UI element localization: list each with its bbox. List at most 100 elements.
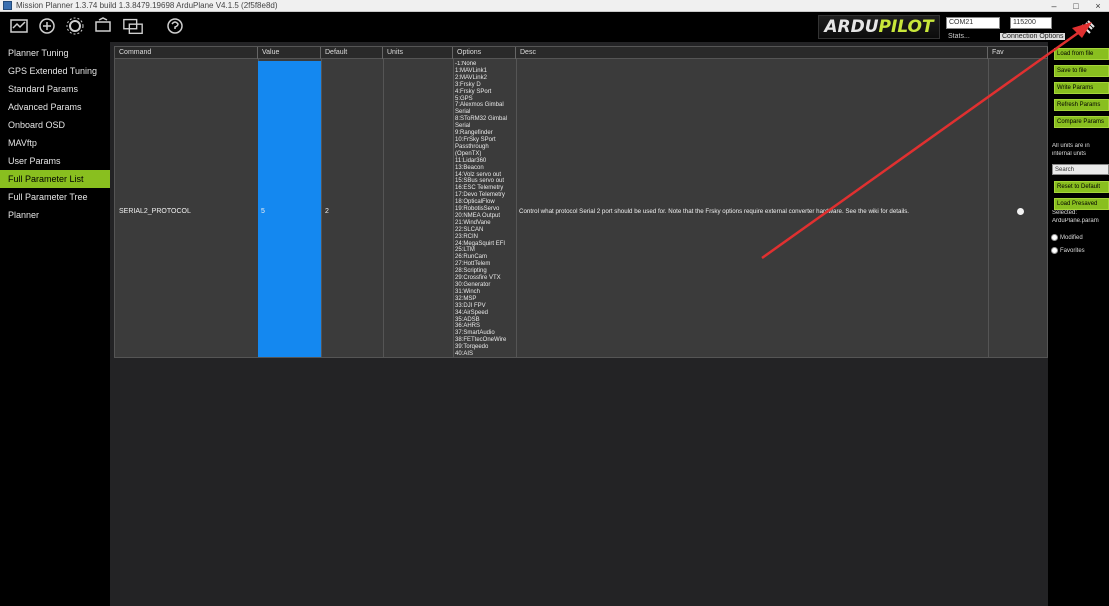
modified-radio-label: Modified — [1060, 234, 1083, 241]
main-toolbar: ARDU PILOT COM21 115200 Stats... Connecti… — [0, 12, 1109, 42]
option-item: 4:Frsky SPort — [455, 88, 492, 95]
simulation-icon[interactable] — [122, 15, 144, 37]
logo-text-pilot: PILOT — [878, 17, 934, 37]
column-divider — [516, 59, 517, 357]
connection-options-field[interactable]: Connection Options — [1000, 33, 1066, 40]
sidebar-item-full-parameter-list[interactable]: Full Parameter List — [0, 170, 110, 188]
flight-plan-icon[interactable] — [36, 15, 58, 37]
config-sidebar: Planner Tuning GPS Extended Tuning Stand… — [0, 42, 110, 606]
close-icon[interactable]: × — [1087, 0, 1109, 12]
option-item: 21:WindVane — [455, 219, 491, 226]
radio-dot — [1051, 247, 1058, 254]
option-item: 18:OpticalFlow — [455, 199, 495, 206]
stats-link[interactable]: Stats... — [948, 33, 970, 40]
option-item: 14:Volz servo out — [455, 171, 502, 178]
save-to-file-button[interactable]: Save to file — [1054, 65, 1109, 77]
column-header-value[interactable]: Value — [258, 47, 321, 59]
sidebar-item-full-parameter-tree[interactable]: Full Parameter Tree — [0, 188, 110, 206]
column-header-units[interactable]: Units — [383, 47, 453, 59]
window-title: Mission Planner 1.3.74 build 1.3.8479.19… — [16, 1, 278, 10]
options-cell: -1:None 1:MAVLink1 2:MAVLink2 3:Frsky D 4:Fr… — [455, 61, 516, 357]
compare-params-button[interactable]: Compare Params — [1054, 116, 1109, 128]
sidebar-item-user-params[interactable]: User Params — [0, 152, 110, 170]
value-cell-selected[interactable] — [258, 61, 321, 357]
command-cell: SERIAL2_PROTOCOL — [119, 208, 191, 215]
option-item: 27:HottTelem — [455, 261, 491, 268]
sidebar-item-mavftp[interactable]: MAVftp — [0, 134, 110, 152]
option-item: 34:AirSpeed — [455, 309, 489, 316]
option-item: 11:Lidar360 — [455, 157, 487, 164]
help-icon[interactable] — [164, 15, 186, 37]
option-item: -1:None — [455, 61, 477, 67]
favorite-checkbox[interactable] — [1017, 208, 1024, 215]
units-hint-line2: internal units — [1052, 151, 1087, 157]
window-title-bar: Mission Planner 1.3.74 build 1.3.8479.19… — [0, 0, 1109, 12]
option-item: 32:MSP — [455, 295, 477, 302]
load-presaved-button[interactable]: Load Presaved — [1054, 198, 1109, 210]
column-divider — [453, 59, 454, 357]
sidebar-item-standard-params[interactable]: Standard Params — [0, 80, 110, 98]
favorites-radio[interactable]: Favorites — [1051, 247, 1085, 254]
value-cell-text[interactable]: 5 — [261, 208, 265, 215]
option-item: 29:Crossfire VTX — [455, 275, 501, 282]
option-item: 17:Devo Telemetry — [455, 192, 505, 199]
description-cell: Control what protocol Serial 2 port shou… — [519, 208, 910, 215]
option-item: 26:RunCam — [455, 254, 488, 261]
selected-file-label: Selected: — [1052, 210, 1078, 216]
option-item: 13:Beacon — [455, 164, 484, 171]
plug-icon — [1077, 20, 1095, 34]
option-item: 37:SmartAudio — [455, 330, 495, 337]
option-item: 10:FrSky SPort Passthrough (OpenTX) — [455, 136, 496, 157]
column-header-desc[interactable]: Desc — [516, 47, 988, 59]
option-item: 30:Generator — [455, 282, 491, 288]
sidebar-item-gps-extended-tuning[interactable]: GPS Extended Tuning — [0, 62, 110, 80]
option-item: 16:ESC Telemetry — [455, 185, 504, 192]
option-item: 2:MAVLink2 — [455, 74, 487, 81]
flight-data-icon[interactable] — [8, 15, 30, 37]
sidebar-item-planner-tuning[interactable]: Planner Tuning — [0, 44, 110, 62]
search-input[interactable]: Search — [1052, 164, 1109, 175]
column-divider — [988, 59, 989, 357]
column-header-default[interactable]: Default — [321, 47, 383, 59]
column-divider — [321, 59, 322, 357]
option-item: 35:ADSB — [455, 316, 480, 323]
config-tuning-icon[interactable] — [92, 15, 114, 37]
sidebar-item-planner[interactable]: Planner — [0, 206, 110, 224]
radio-dot — [1051, 234, 1058, 241]
maximize-icon[interactable]: □ — [1065, 0, 1087, 12]
option-item: 36:AHRS — [455, 323, 481, 330]
sidebar-item-onboard-osd[interactable]: Onboard OSD — [0, 116, 110, 134]
option-item: 23:RCIN — [455, 233, 479, 240]
logo-text-ardu: ARDU — [824, 17, 879, 37]
option-item: 15:SBus servo out — [455, 178, 505, 185]
write-params-button[interactable]: Write Params — [1054, 82, 1109, 94]
reset-to-default-button[interactable]: Reset to Default — [1054, 181, 1109, 193]
load-from-file-button[interactable]: Load from file — [1054, 48, 1109, 60]
selected-file-value[interactable]: ArduPlane.param — [1052, 218, 1109, 224]
right-action-panel: Load from file Save to file Write Params… — [1048, 42, 1109, 606]
option-item: 19:RobotisServo — [455, 206, 500, 213]
option-item: 38:FETtecOneWire — [455, 337, 507, 344]
main-content: Command Value Default Units Options Desc… — [110, 42, 1048, 606]
column-header-command[interactable]: Command — [115, 47, 258, 59]
minimize-icon[interactable]: – — [1043, 0, 1065, 12]
sidebar-item-advanced-params[interactable]: Advanced Params — [0, 98, 110, 116]
parameter-grid[interactable]: Command Value Default Units Options Desc… — [114, 46, 1048, 358]
option-item: 33:DJI FPV — [455, 302, 486, 309]
favorites-radio-label: Favorites — [1060, 247, 1085, 254]
port-select[interactable]: COM21 — [946, 17, 1000, 29]
modified-radio[interactable]: Modified — [1051, 234, 1083, 241]
column-header-fav[interactable]: Fav — [988, 47, 1048, 59]
refresh-params-button[interactable]: Refresh Params — [1054, 99, 1109, 111]
default-cell: 2 — [325, 208, 329, 215]
column-header-options[interactable]: Options — [453, 47, 516, 59]
option-item: 39:Torqeedo — [455, 344, 489, 351]
option-item: 28:Scripting — [455, 268, 487, 275]
option-item: 1:MAVLink1 — [455, 67, 487, 74]
connect-button[interactable] — [1066, 18, 1104, 38]
app-icon — [3, 1, 12, 10]
option-item: 31:Winch — [455, 288, 481, 295]
initial-setup-icon[interactable] — [64, 15, 86, 37]
baud-select[interactable]: 115200 — [1010, 17, 1052, 29]
column-divider — [383, 59, 384, 357]
